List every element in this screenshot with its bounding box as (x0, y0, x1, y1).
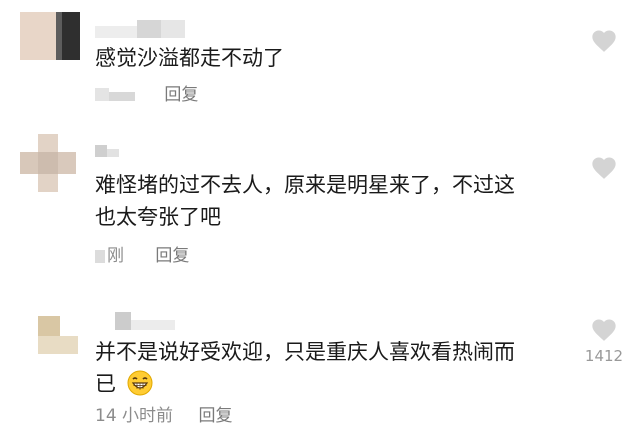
comment-text: 感觉沙溢都走不动了 (95, 46, 284, 70)
comment-meta: 14 小时前 回复 (95, 404, 232, 428)
reply-button[interactable]: 回复 (198, 404, 232, 428)
comment-meta: 回复 (95, 83, 198, 107)
reply-button[interactable]: 回复 (164, 83, 198, 107)
comment-text: 并不是说好受欢迎，只是重庆人喜欢看热闹而 已 (95, 340, 515, 396)
timestamp: 刚 (95, 244, 124, 268)
avatar[interactable] (38, 314, 78, 354)
reply-button[interactable]: 回复 (155, 244, 189, 268)
avatar[interactable] (20, 12, 80, 60)
username-blurred[interactable] (95, 141, 125, 159)
timestamp-blurred (95, 85, 135, 103)
timestamp: 14 小时前 (95, 406, 174, 426)
heart-icon[interactable] (590, 27, 618, 55)
timestamp-text: 刚 (107, 246, 124, 266)
comment-meta: 刚 回复 (95, 244, 189, 268)
comment-text: 难怪堵的过不去人，原来是明星来了，不过这 也太夸张了吧 (95, 173, 515, 229)
username-blurred[interactable] (95, 20, 185, 38)
heart-icon[interactable] (590, 154, 618, 182)
grinning-face-emoji (127, 370, 153, 396)
username-blurred[interactable] (95, 312, 175, 330)
heart-icon[interactable] (590, 316, 618, 344)
like-count: 1412 (584, 347, 624, 365)
avatar[interactable] (20, 134, 76, 192)
